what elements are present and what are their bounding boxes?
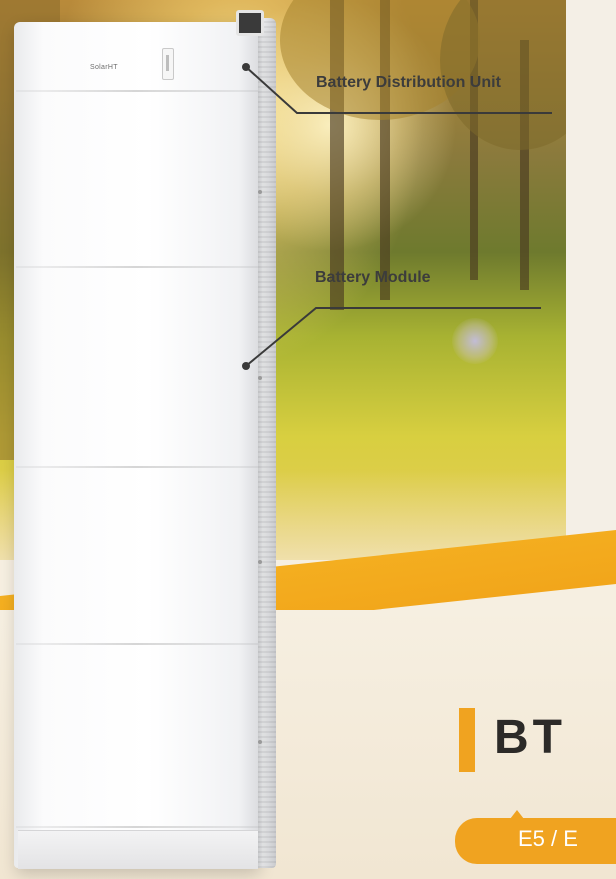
side-panel <box>566 0 616 560</box>
product-hero: SolarHT Battery Distribution Unit Batter… <box>0 0 616 879</box>
connector-port <box>236 10 264 36</box>
power-switch <box>162 48 174 80</box>
mount-screw <box>258 560 262 564</box>
module-seam <box>16 266 258 268</box>
module-seam <box>16 826 258 828</box>
battery-tower: SolarHT <box>14 8 276 876</box>
mount-screw <box>258 376 262 380</box>
module-seam <box>16 466 258 468</box>
brand-mark: SolarHT <box>90 64 118 71</box>
mount-screw <box>258 190 262 194</box>
module-seam <box>16 643 258 645</box>
product-title: BT <box>494 711 566 764</box>
label-battery-module: Battery Module <box>315 269 431 286</box>
module-seam <box>16 90 258 92</box>
title-accent-bar <box>459 708 475 772</box>
mount-screw <box>258 740 262 744</box>
tower-body <box>14 22 258 868</box>
label-battery-distribution-unit: Battery Distribution Unit <box>316 74 501 91</box>
tower-base <box>18 830 258 869</box>
lens-flare <box>452 318 498 364</box>
model-badge-text: E5 / E <box>518 826 578 851</box>
